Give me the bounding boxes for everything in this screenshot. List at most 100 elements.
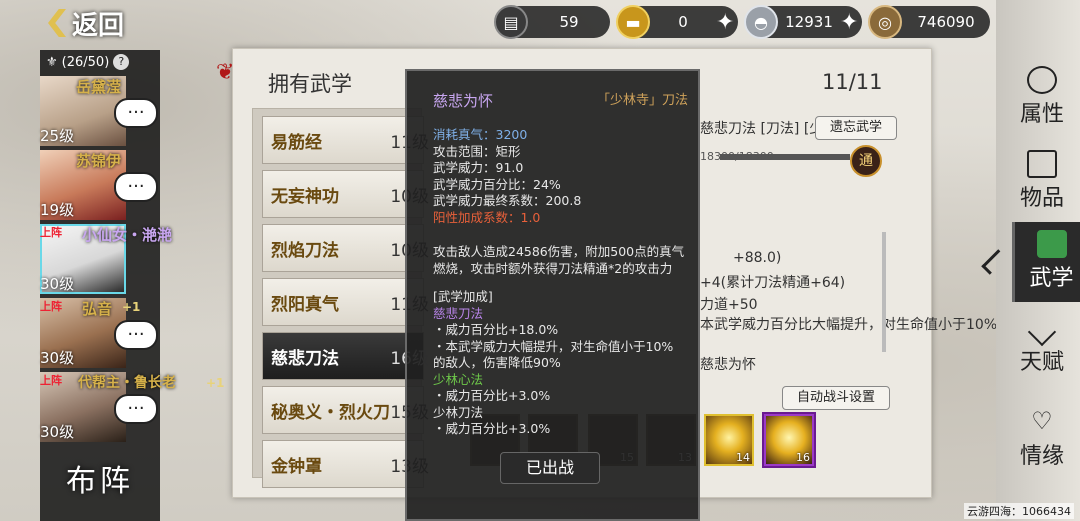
deployed-tag: 上阵	[40, 374, 62, 387]
hero-level: 25级	[40, 127, 75, 145]
nav-label: 物品	[1019, 186, 1064, 211]
roster-count: ⚜ (26/50) ?	[40, 50, 160, 74]
skill-name: 金钟罩	[271, 456, 322, 477]
hero-name: 苏锦伊	[76, 152, 122, 170]
hero-level: 19级	[40, 201, 75, 219]
detail-line: +88.0)	[733, 250, 782, 266]
stat-line: 阳性加成系数：1.0	[433, 209, 541, 225]
detail-line: 本武学威力百分比大幅提升，对生命值小于10%的敌	[700, 317, 1026, 333]
detail-scrollbar[interactable]	[882, 232, 886, 352]
skill-name: 慈悲刀法	[271, 348, 339, 369]
bonus-line: 的敌人，伤害降低90%	[433, 355, 561, 370]
bonus-header: [武学加成]	[433, 289, 493, 304]
watermark: 云游四海：1066434	[964, 503, 1074, 519]
stat-line: 消耗真气：3200	[433, 127, 528, 142]
chat-bubble-icon[interactable]: ···	[114, 320, 158, 350]
skill-item[interactable]: 秘奥义・烈火刀 15级	[262, 386, 429, 434]
coin-icon: ◎	[868, 5, 902, 39]
resource-value: 746090	[917, 13, 975, 31]
panel-count: 11/11	[822, 70, 883, 94]
proficiency-text: 18300/18300	[700, 150, 774, 163]
box-icon	[1027, 150, 1057, 178]
tooltip-body: 消耗真气：3200 攻击范围：矩形 武学威力：91.0 武学威力百分比：24% …	[433, 127, 690, 438]
resource-gold: ▬ 0 ✦	[616, 5, 738, 39]
resource-coin: ◎ 746090	[868, 5, 990, 39]
roster-count-text: (26/50)	[61, 54, 110, 70]
hero-card[interactable]: 苏锦伊 ··· 19级	[40, 150, 160, 220]
chat-bubble-icon[interactable]: ···	[114, 394, 158, 424]
skill-item[interactable]: 烈焰刀法 10级	[262, 224, 429, 272]
nav-label: 属性	[1019, 102, 1064, 127]
heart-icon: ♡	[1031, 407, 1053, 435]
hero-name: 岳黛滢	[76, 78, 122, 96]
skill-slot-purple[interactable]: 16	[764, 414, 814, 466]
back-button[interactable]: 返回	[48, 4, 158, 42]
back-label: 返回	[72, 10, 125, 41]
chat-bubble-icon[interactable]: ···	[114, 172, 158, 202]
stat-line: 武学威力最终系数：200.8	[433, 193, 582, 208]
nav-items[interactable]: 物品	[1004, 142, 1080, 222]
slot-number: 16	[796, 451, 810, 464]
mastery-badge: 通	[850, 145, 882, 177]
stat-line: 武学威力百分比：24%	[433, 176, 561, 192]
skill-item-selected[interactable]: 慈悲刀法 16级	[262, 332, 429, 380]
deployed-button[interactable]: 已出战	[500, 452, 600, 484]
nav-attributes[interactable]: 属性	[1004, 58, 1080, 138]
chat-bubble-icon[interactable]: ···	[114, 98, 158, 128]
tooltip-school: 「少林寺」刀法	[596, 93, 688, 108]
resource-scroll: ▤ 59	[494, 5, 610, 39]
skill-item[interactable]: 金钟罩 13级	[262, 440, 429, 488]
bonus-line: ・威力百分比+3.0%	[433, 388, 551, 403]
hero-card[interactable]: 岳黛滢 ··· 25级	[40, 76, 160, 146]
skill-item[interactable]: 易筋经 11级	[262, 116, 429, 164]
desc-line: 攻击敌人造成24586伤害，附加500点的真气	[433, 244, 685, 259]
hero-plus: +1	[206, 376, 225, 390]
desc-line: 燃烧，攻击时额外获得刀法精通*2的攻击力	[433, 260, 673, 276]
skill-item[interactable]: 烈阳真气 11级	[262, 278, 429, 326]
tooltip-title: 慈悲为怀	[433, 92, 494, 110]
stat-line: 攻击范围：矩形	[433, 143, 521, 159]
skill-item[interactable]: 无妄神功 10级	[262, 170, 429, 218]
resource-value: 59	[559, 13, 579, 31]
slot-number: 14	[736, 451, 750, 464]
auto-battle-button[interactable]: 自动战斗设置	[782, 386, 890, 410]
panel-title: 拥有武学	[268, 72, 352, 96]
nav-label: 情缘	[1019, 444, 1064, 469]
resource-value: 12931	[785, 13, 833, 31]
add-gold-button[interactable]: ✦	[716, 10, 734, 35]
detail-line: +4(累计刀法精通+64)	[700, 275, 846, 291]
resource-silver: ◓ 12931 ✦	[744, 5, 862, 39]
skill-name: 秘奥义・烈火刀	[271, 402, 390, 423]
formation-button[interactable]: 布阵	[40, 452, 160, 512]
nav-romance[interactable]: ♡ 情缘	[1004, 400, 1080, 480]
skill-slot-gold[interactable]: 14	[704, 414, 754, 466]
stat-line: 武学威力：91.0	[433, 160, 524, 175]
gold-ingot-icon: ▬	[616, 5, 650, 39]
hero-card[interactable]: 上阵 代帮主・鲁长老 +1 ··· 30级	[40, 372, 224, 442]
hero-name: 代帮主・鲁长老	[78, 375, 176, 391]
ribbon-icon: ❦	[216, 60, 235, 85]
nav-label: 武学	[1029, 266, 1074, 291]
silver-ingot-icon: ◓	[744, 5, 778, 39]
hero-card[interactable]: 上阵 小仙女・滟滟 30级	[40, 224, 172, 294]
detail-line: 力道+50	[700, 297, 758, 313]
bonus-line: 少林心法	[433, 371, 484, 387]
add-silver-button[interactable]: ✦	[840, 10, 858, 35]
forget-skill-button[interactable]: 遗忘武学	[815, 116, 897, 140]
party-icon: ⚜	[46, 54, 58, 70]
nav-label: 天赋	[1019, 350, 1064, 375]
book-icon	[1036, 230, 1067, 258]
bonus-line: ・本武学威力大幅提升，对生命值小于10%	[433, 338, 674, 354]
bonus-line: 少林刀法	[433, 404, 484, 420]
nav-talents[interactable]: 天赋	[1004, 314, 1080, 394]
hero-card[interactable]: 上阵 弘音 +1 ··· 30级	[40, 298, 160, 368]
bonus-line: ・威力百分比+18.0%	[433, 322, 559, 337]
hero-name: 小仙女・滟滟	[82, 226, 173, 244]
hero-plus: +1	[122, 300, 141, 314]
peach-icon	[1027, 66, 1057, 94]
bonus-line: ・威力百分比+3.0%	[433, 421, 551, 436]
help-icon[interactable]: ?	[113, 54, 130, 70]
detail-line: 慈悲为怀	[700, 357, 756, 373]
hero-level: 30级	[40, 423, 75, 441]
nav-martial-arts[interactable]: 武学	[1012, 222, 1080, 302]
